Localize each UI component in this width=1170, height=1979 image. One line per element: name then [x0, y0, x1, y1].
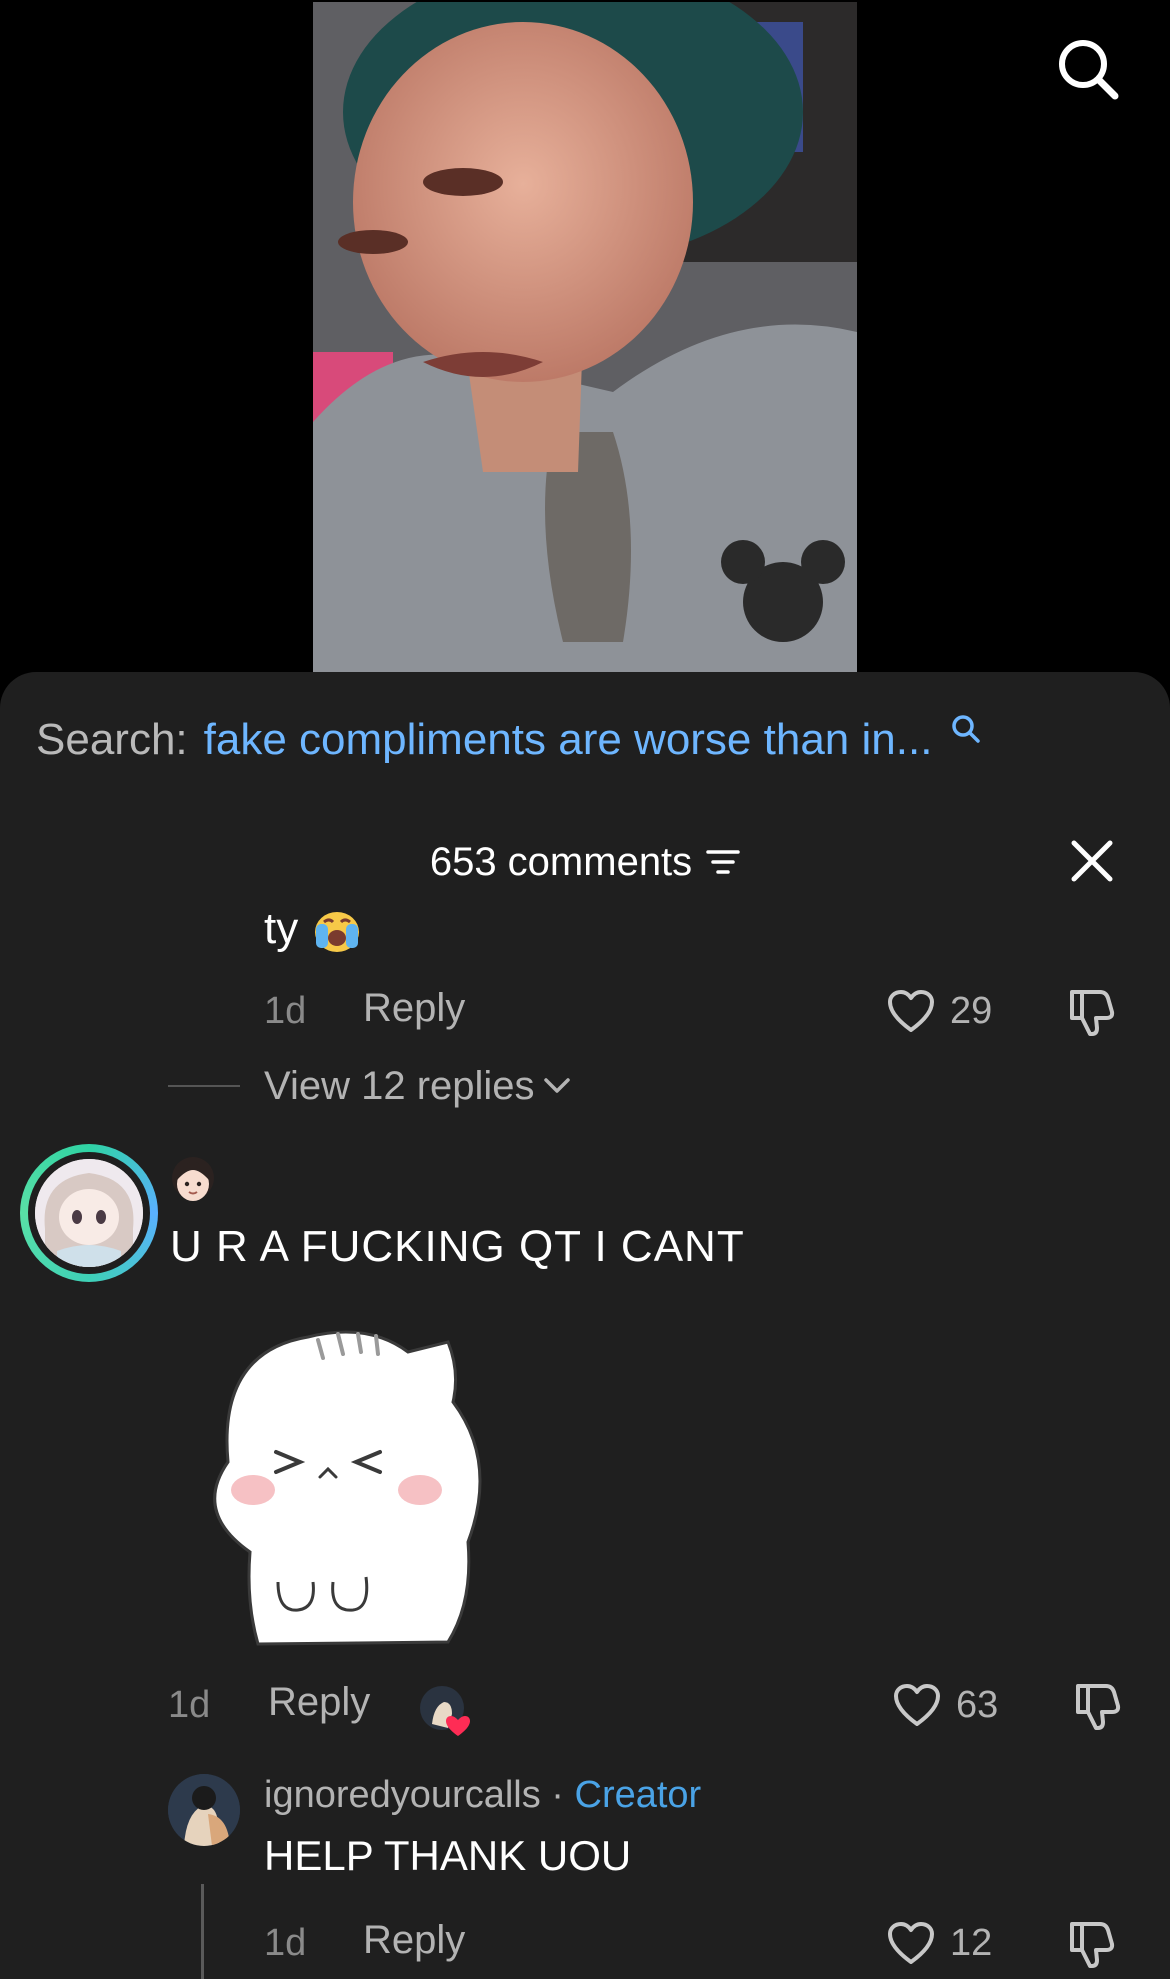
- creator-badge: Creator: [574, 1774, 702, 1816]
- comments-count: 653 comments: [429, 839, 693, 884]
- like-count: 12: [950, 1922, 993, 1964]
- girl-face-emoji-icon: [172, 1157, 214, 1201]
- like-count: 63: [956, 1684, 999, 1726]
- view-replies-divider: [168, 1085, 240, 1087]
- loudly-crying-face-icon: [315, 912, 359, 952]
- dislike-icon[interactable]: [1064, 1918, 1116, 1970]
- heart-icon[interactable]: [887, 1922, 935, 1966]
- reply-button[interactable]: Reply: [363, 1918, 465, 1963]
- sort-filter-icon[interactable]: [706, 847, 740, 877]
- comments-header: 653 comments: [0, 834, 1170, 890]
- reply-thread-line: [201, 1884, 204, 1979]
- like-count: 29: [950, 990, 993, 1032]
- close-icon[interactable]: [1068, 837, 1116, 885]
- reply-username[interactable]: ignoredyourcalls: [264, 1774, 541, 1816]
- search-label: Search:: [36, 715, 188, 764]
- comments-sheet: Search: fake compliments are worse than …: [0, 672, 1170, 1979]
- avatar-image: [35, 1159, 143, 1267]
- heart-icon[interactable]: [893, 1684, 941, 1728]
- username-separator: ·: [540, 1774, 575, 1816]
- comment-text: U R A FUCKING QT I CANT: [170, 1222, 745, 1271]
- reply-username-line[interactable]: ignoredyourcalls · Creator: [264, 1774, 701, 1817]
- reply-button[interactable]: Reply: [363, 986, 465, 1031]
- search-query-link[interactable]: fake compliments are worse than in...: [204, 715, 933, 765]
- comment-time: 1d: [168, 1684, 211, 1726]
- reply-text: HELP THANK UOU: [264, 1832, 632, 1879]
- search-mini-icon: [952, 715, 981, 743]
- creator-avatar[interactable]: [168, 1774, 240, 1846]
- comment-time: 1d: [264, 990, 307, 1032]
- search-suggestion[interactable]: Search: fake compliments are worse than …: [36, 710, 982, 770]
- reply-button[interactable]: Reply: [268, 1680, 370, 1725]
- video-area[interactable]: [0, 0, 1170, 690]
- comment-time: 1d: [264, 1922, 307, 1964]
- white-cat-sticker-icon: [213, 1330, 482, 1646]
- view-replies-button[interactable]: View 12 replies: [264, 1064, 535, 1109]
- creator-liked-icon: [420, 1686, 470, 1736]
- heart-icon[interactable]: [887, 990, 935, 1034]
- commenter-avatar[interactable]: [20, 1144, 158, 1282]
- chevron-down-icon[interactable]: [542, 1074, 572, 1098]
- dislike-icon[interactable]: [1070, 1680, 1122, 1732]
- dislike-icon[interactable]: [1064, 986, 1116, 1038]
- video-thumbnail[interactable]: [313, 2, 857, 672]
- comment-text-partial: ty: [264, 904, 299, 953]
- search-icon[interactable]: [1053, 34, 1123, 104]
